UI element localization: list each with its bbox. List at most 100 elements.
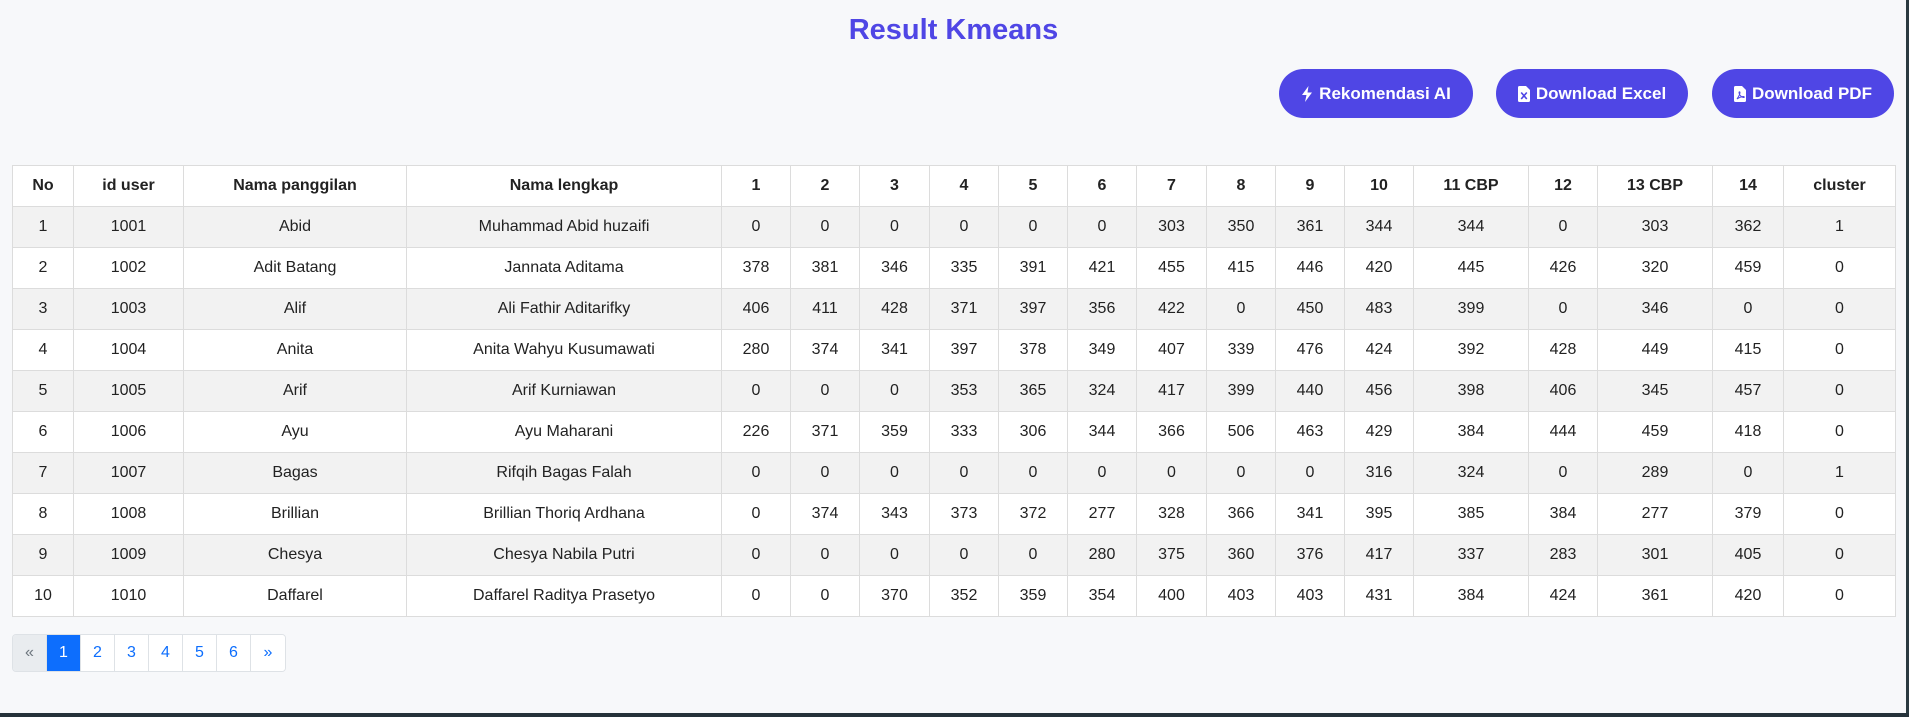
table-row: 6 1006 Ayu Ayu Maharani 226 371 359 333 306 344 36…: [12, 411, 1896, 453]
download-pdf-button[interactable]: Download PDF: [1712, 69, 1894, 118]
table-cell: 0: [1783, 370, 1896, 412]
pagination: « 1 2 3 4 5 6»: [12, 634, 286, 672]
table-cell: Anita: [183, 329, 407, 371]
table-cell: 1002: [73, 247, 184, 289]
column-header: Nama panggilan: [183, 165, 407, 207]
table-cell: 1: [12, 206, 74, 248]
table-cell: 449: [1597, 329, 1713, 371]
table-cell: 361: [1597, 575, 1713, 617]
table-cell: 1006: [73, 411, 184, 453]
table-cell: 0: [929, 534, 999, 576]
window-bottom-edge: [0, 713, 1909, 717]
pagination-page-2[interactable]: 2: [81, 635, 115, 671]
table-cell: 303: [1597, 206, 1713, 248]
table-cell: 420: [1344, 247, 1414, 289]
table-cell: 0: [1783, 288, 1896, 330]
table-cell: 346: [859, 247, 930, 289]
table-row: 9 1009 Chesya Chesya Nabila Putri 0 0 0 0 0 280 37…: [12, 534, 1896, 576]
pagination-page-6[interactable]: 6: [217, 635, 251, 671]
table-cell: 303: [1136, 206, 1207, 248]
table-cell: 379: [1712, 493, 1784, 535]
table-cell: Bagas: [183, 452, 407, 494]
table-cell: 397: [929, 329, 999, 371]
table-cell: 1: [1783, 452, 1896, 494]
table-cell: 384: [1528, 493, 1598, 535]
table-cell: 9: [12, 534, 74, 576]
table-cell: 0: [1783, 411, 1896, 453]
table-cell: 339: [1206, 329, 1276, 371]
table-cell: 366: [1206, 493, 1276, 535]
table-cell: 399: [1413, 288, 1529, 330]
table-row: 3 1003 Alif Ali Fathir Aditarifky 406 411 428 3…: [12, 288, 1896, 330]
table-cell: 371: [929, 288, 999, 330]
table-cell: 399: [1206, 370, 1276, 412]
table-cell: 426: [1528, 247, 1598, 289]
table-cell: 341: [859, 329, 930, 371]
table-cell: 375: [1136, 534, 1207, 576]
bolt-icon: [1302, 85, 1313, 102]
table-cell: 324: [1067, 370, 1137, 412]
table-cell: 372: [998, 493, 1068, 535]
pagination-page-3[interactable]: 3: [115, 635, 149, 671]
table-cell: 1001: [73, 206, 184, 248]
table-cell: 320: [1597, 247, 1713, 289]
pagination-page-4[interactable]: 4: [149, 635, 183, 671]
table-cell: 0: [790, 575, 860, 617]
table-cell: 403: [1275, 575, 1345, 617]
download-pdf-label: Download PDF: [1752, 83, 1872, 103]
table-cell: 366: [1136, 411, 1207, 453]
table-cell: 10: [12, 575, 74, 617]
kmeans-result-table: No id user Nama panggilan Nama lengkap 1 2 3 4 5…: [12, 165, 1896, 617]
table-cell: 415: [1712, 329, 1784, 371]
table-cell: 445: [1413, 247, 1529, 289]
table-cell: 476: [1275, 329, 1345, 371]
column-header: 12: [1528, 165, 1598, 207]
table-row: 8 1008 Brillian Brillian Thoriq Ardhana 0 374…: [12, 493, 1896, 535]
table-cell: 424: [1344, 329, 1414, 371]
table-cell: 403: [1206, 575, 1276, 617]
table-cell: 1009: [73, 534, 184, 576]
table-cell: 344: [1067, 411, 1137, 453]
table-cell: 374: [790, 493, 860, 535]
table-cell: 0: [1275, 452, 1345, 494]
table-row: 2 1002 Adit Batang Jannata Aditama 378 381 346…: [12, 247, 1896, 289]
table-cell: 431: [1344, 575, 1414, 617]
table-cell: 344: [1344, 206, 1414, 248]
download-excel-button[interactable]: Download Excel: [1496, 69, 1688, 118]
table-cell: 3: [12, 288, 74, 330]
table-cell: 428: [1528, 329, 1598, 371]
table-cell: 0: [998, 534, 1068, 576]
table-cell: 328: [1136, 493, 1207, 535]
pagination-page-1[interactable]: 1: [47, 635, 81, 671]
table-cell: 506: [1206, 411, 1276, 453]
pagination-prev[interactable]: «: [13, 635, 47, 671]
table-cell: 0: [1783, 575, 1896, 617]
pagination-page-5[interactable]: 5: [183, 635, 217, 671]
table-cell: 1003: [73, 288, 184, 330]
table-cell: 0: [1783, 329, 1896, 371]
table-cell: 359: [998, 575, 1068, 617]
table-cell: 283: [1528, 534, 1598, 576]
page-title: Result Kmeans: [848, 14, 1059, 46]
table-cell: 277: [1067, 493, 1137, 535]
table-row: 5 1005 Arif Arif Kurniawan 0 0 0 353 365 324 417 39…: [12, 370, 1896, 412]
table-cell: 345: [1597, 370, 1713, 412]
table-cell: 424: [1528, 575, 1598, 617]
table-cell: 0: [1206, 452, 1276, 494]
column-header: 5: [998, 165, 1068, 207]
table-cell: Rifqih Bagas Falah: [406, 452, 722, 494]
table-cell: 5: [12, 370, 74, 412]
table-cell: 341: [1275, 493, 1345, 535]
table-cell: 350: [1206, 206, 1276, 248]
table-cell: 429: [1344, 411, 1414, 453]
table-cell: Arif Kurniawan: [406, 370, 722, 412]
table-cell: 0: [1528, 288, 1598, 330]
pagination-next[interactable]: »: [251, 635, 285, 671]
table-cell: 333: [929, 411, 999, 453]
table-cell: 0: [1528, 206, 1598, 248]
column-header: 13 CBP: [1597, 165, 1713, 207]
rekomendasi-ai-button[interactable]: Rekomendasi AI: [1279, 69, 1473, 118]
column-header: 1: [721, 165, 791, 207]
table-cell: 0: [721, 370, 791, 412]
table-cell: 440: [1275, 370, 1345, 412]
